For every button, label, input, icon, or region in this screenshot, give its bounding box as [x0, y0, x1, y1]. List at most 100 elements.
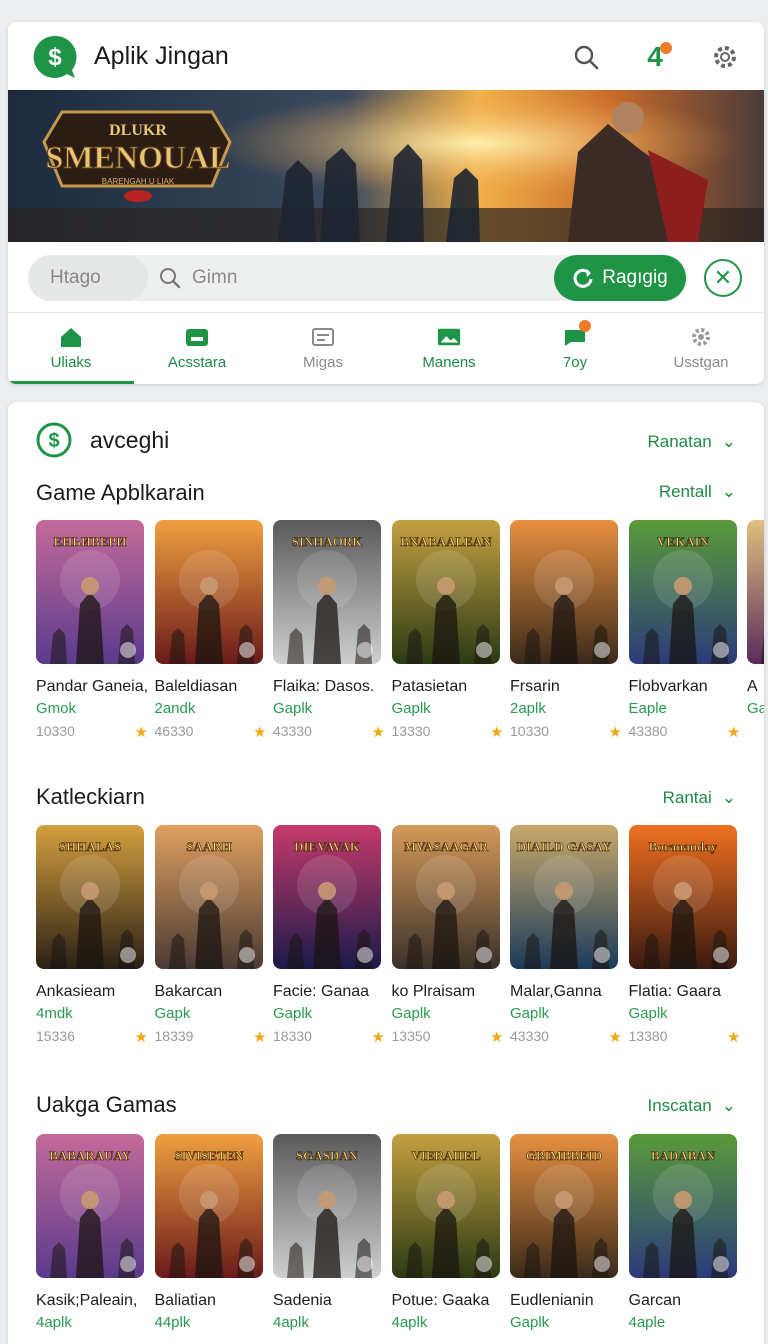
game-tile[interactable]: Baleldiasan 2andk 46330 ★ [154, 520, 267, 741]
game-tile[interactable]: SHHALAS Ankasieam 4mdk 15336 ★ [36, 825, 148, 1046]
profile-link[interactable]: Ranatan ⌄ [647, 432, 736, 452]
banner-top-text: DLUKR [109, 122, 167, 139]
thumb-title: Boranauday [648, 839, 717, 854]
tab-migas[interactable]: Migas [260, 313, 386, 384]
game-thumbnail: DIAILD GASAY [510, 825, 618, 969]
game-name: Bakarcan [154, 983, 223, 1000]
search-icon[interactable] [571, 42, 601, 72]
game-publisher: 2andk [154, 700, 196, 717]
game-tile[interactable]: BNABAALEAN Patasietan Gaplk 13330 ★ [391, 520, 504, 741]
game-publisher: Ga [747, 700, 764, 717]
game-publisher: 4aplk [273, 1314, 309, 1331]
thumb-title: GBIMBBEID [526, 1148, 603, 1163]
image-icon [437, 326, 461, 348]
game-name: Malar,Ganna [510, 983, 602, 1000]
game-meta: 46330 ★ [155, 723, 267, 741]
game-tile[interactable]: SAARH Bakarcan Gapk 18339 ★ [154, 825, 267, 1046]
tab-label: 7oy [562, 354, 588, 371]
chevron-down-icon: ⌄ [721, 432, 736, 451]
game-meta: 10330 ★ [510, 723, 622, 741]
tab-label: Migas [302, 354, 343, 371]
game-row: SHHALAS Ankasieam 4mdk 15336 ★ SAARH Bakarcan G… [36, 825, 764, 1065]
game-tile[interactable]: Frsarin 2aplk 10330 ★ [510, 520, 622, 741]
game-tile[interactable]: BADABAN Garcan 4aple [628, 1134, 737, 1331]
download-count: 46330 [154, 723, 194, 739]
tab-7oy[interactable]: 7oy [512, 313, 638, 384]
app-logo-icon: $ [30, 34, 80, 80]
download-count: 15336 [36, 1028, 75, 1044]
game-tile[interactable]: GBIMBBEID Eudlenianin Gaplk [510, 1134, 618, 1331]
game-name: Flaika: Dasos. [273, 678, 375, 695]
game-tile[interactable]: ЕНЬИВЕРИ Pandar Ganeia, Gmok 10330 ★ [36, 520, 148, 741]
game-tile[interactable]: DIEVAVAK Facie: Ganaa Gaplk 18330 ★ [273, 825, 385, 1046]
tab-uliaks[interactable]: Uliaks [8, 313, 134, 384]
refresh-button[interactable]: Ragıgig [554, 255, 686, 301]
game-tile[interactable]: SGASDAN Sadenia 4aplk [273, 1134, 381, 1331]
game-thumbnail: SIVISETEN [154, 1134, 263, 1278]
hero-banner[interactable]: DLUKR SMENOUAL BARENGAH U LIAK [8, 90, 764, 242]
game-thumbnail: SINHAORK [273, 520, 381, 664]
game-thumbnail: DIEVAVAK [273, 825, 381, 969]
game-thumbnail: SGASDAN [273, 1134, 381, 1278]
game-publisher: Gaplk [628, 1005, 668, 1022]
game-meta: 13350 ★ [392, 1028, 504, 1046]
section-link[interactable]: Rentall ⌄ [659, 482, 736, 502]
game-publisher: Gaplk [391, 700, 431, 717]
section-link-label: Rantai [662, 788, 712, 807]
section-link[interactable]: Rantai ⌄ [663, 788, 736, 808]
profile-row[interactable]: $ avceghi [36, 422, 169, 458]
game-thumbnail: SAARH [154, 825, 263, 969]
game-publisher: 4aplk [391, 1314, 428, 1331]
svg-text:$: $ [48, 44, 62, 71]
thumb-title: SIVISETEN [174, 1148, 244, 1163]
rating-star-icon: ★ [134, 1029, 148, 1046]
tab-label: Acsstara [167, 354, 227, 371]
download-count: 43330 [510, 1028, 549, 1044]
section-link-label: Rentall [658, 482, 712, 501]
game-meta: 43330 ★ [510, 1028, 622, 1046]
rating-star-icon: ★ [727, 1029, 741, 1046]
rating-star-icon: ★ [727, 724, 741, 741]
game-publisher: 2aplk [510, 700, 546, 717]
game-name: Flatia: Gaara [628, 983, 721, 1000]
close-icon[interactable]: ✕ [704, 259, 742, 297]
chevron-down-icon: ⌄ [721, 1096, 736, 1115]
game-tile[interactable]: SIVISETEN Baliatian 44plk [154, 1134, 263, 1331]
settings-gear-icon[interactable] [710, 42, 740, 72]
search-scope-toggle[interactable]: Htago [28, 255, 148, 301]
profile-link-label: Ranatan [647, 432, 712, 451]
thumb-title: MVASAAGAR [403, 839, 488, 854]
tab-acsstara[interactable]: Acsstara [134, 313, 260, 384]
notifications-button[interactable]: 4 [640, 41, 672, 72]
search-input[interactable]: Gimn [158, 255, 237, 301]
game-tile[interactable]: VEKAIN Flobvarkan Eaple 43380 ★ [628, 520, 741, 741]
game-meta: 13330 ★ [392, 723, 504, 741]
refresh-label: Ragıgig [602, 267, 668, 288]
tab-usstgan[interactable]: Usstgan [638, 313, 764, 384]
svg-text:$: $ [48, 430, 59, 452]
rating-star-icon: ★ [490, 1029, 504, 1046]
tab-label: Manens [422, 354, 476, 371]
game-publisher: Gmok [36, 700, 77, 717]
thumb-title: SGASDAN [296, 1148, 359, 1163]
section-link[interactable]: Inscatan ⌄ [647, 1096, 736, 1116]
game-meta: 18330 ★ [273, 1028, 385, 1046]
game-tile[interactable]: A Ga [747, 520, 764, 717]
game-tile[interactable]: MVASAAGAR ko Plraisam Gaplk 13350 ★ [391, 825, 504, 1046]
game-name: Sadenia [273, 1292, 332, 1309]
game-tile[interactable]: SINHAORK Flaika: Dasos. Gaplk 43330 ★ [273, 520, 385, 741]
game-name: Facie: Ganaa [273, 983, 370, 1000]
rating-star-icon: ★ [253, 724, 267, 741]
game-tile[interactable]: VIERAIIEL Potue: Gaaka 4aplk [391, 1134, 500, 1331]
chevron-down-icon: ⌄ [721, 788, 736, 807]
game-thumbnail [154, 520, 263, 664]
game-name: Kasik;Paleain, [36, 1292, 138, 1309]
game-tile[interactable]: DIAILD GASAY Malar,Ganna Gaplk 43330 ★ [510, 825, 622, 1046]
download-count: 10330 [510, 723, 549, 739]
game-tile[interactable]: Boranauday Flatia: Gaara Gaplk 13380 ★ [628, 825, 741, 1046]
game-tile[interactable]: BABARAUAY Kasik;Paleain, 4aplk [36, 1134, 144, 1331]
download-count: 13350 [391, 1028, 431, 1044]
game-name: Potue: Gaaka [391, 1292, 490, 1309]
tab-manens[interactable]: Manens [386, 313, 512, 384]
game-thumbnail: Boranauday [628, 825, 737, 969]
